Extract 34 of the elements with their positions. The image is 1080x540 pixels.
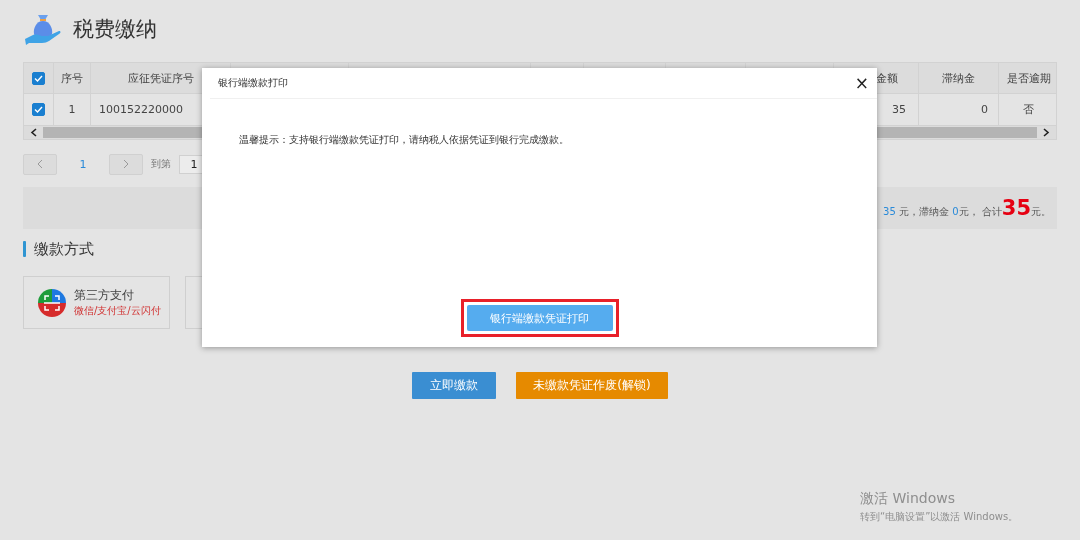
section-marker: [23, 241, 26, 257]
method-subtitle: 微信/支付宝/云闪付: [74, 304, 161, 318]
table-cell: 0: [981, 103, 988, 116]
section-title: 缴款方式: [34, 239, 94, 259]
table-cell: 1: [68, 103, 76, 116]
select-all-checkbox[interactable]: [32, 71, 45, 85]
pay-now-button[interactable]: 立即缴款: [412, 372, 497, 399]
scroll-right-icon[interactable]: [1043, 128, 1050, 137]
column-header: 应征凭证序号: [127, 70, 194, 86]
summary-text: 35 元，滞纳金 0元， 合计35元。: [883, 196, 1051, 220]
dialog-message: 温馨提示：支持银行端缴款凭证打印，请纳税人依据凭证到银行完成缴款。: [239, 133, 570, 147]
row-checkbox[interactable]: [32, 103, 45, 116]
table-cell: 否: [1023, 102, 1034, 117]
chevron-left-icon: [37, 159, 43, 169]
dialog-title: 银行端缴款打印: [218, 76, 288, 90]
print-voucher-button[interactable]: 银行端缴款凭证打印: [466, 305, 613, 331]
goto-label: 到第: [151, 157, 171, 171]
column-header: 序号: [61, 70, 83, 86]
page-title: 税费缴纳: [73, 16, 157, 43]
scroll-left-icon[interactable]: [30, 128, 37, 137]
activation-title: 激活 Windows: [860, 490, 956, 508]
void-voucher-button[interactable]: 未缴款凭证作废(解锁): [516, 372, 668, 399]
chevron-right-icon: [123, 159, 129, 169]
scan-pay-icon: [38, 288, 66, 317]
activation-text: 转到“电脑设置”以激活 Windows。: [860, 510, 1019, 524]
method-title: 第三方支付: [74, 287, 135, 304]
page-link[interactable]: 1: [65, 157, 101, 171]
table-cell: 100152220000: [99, 103, 183, 116]
table-cell: 35: [892, 103, 906, 116]
column-header: 滞纳金: [942, 70, 975, 86]
column-header: 是否逾期: [1006, 70, 1051, 86]
column-header: 金额: [876, 70, 898, 86]
payment-method-card[interactable]: 第三方支付 微信/支付宝/云闪付: [23, 276, 170, 329]
close-button[interactable]: ×: [854, 74, 869, 92]
